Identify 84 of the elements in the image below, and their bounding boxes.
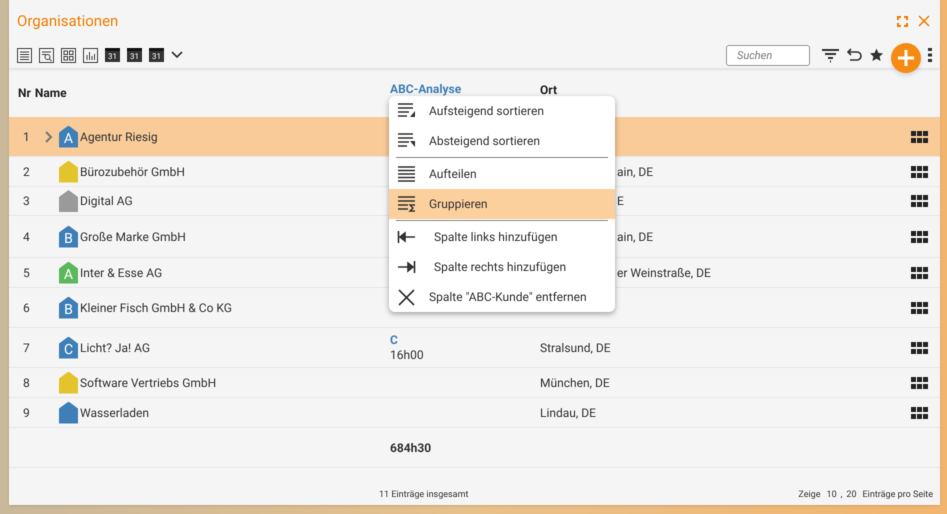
arrow-right-bar-icon xyxy=(397,258,416,276)
organisation-name: Inter & Esse AG xyxy=(80,264,162,282)
sort-descending-icon xyxy=(397,132,416,150)
organisation-name: Wasserladen xyxy=(80,404,149,422)
close-icon xyxy=(397,288,416,306)
grid-menu-icon[interactable] xyxy=(911,376,928,388)
column-header[interactable]: ABC-Analyse xyxy=(390,82,462,96)
window-title: Organisationen xyxy=(17,10,118,32)
close-icon[interactable] xyxy=(918,15,930,27)
grid-menu-icon[interactable] xyxy=(911,195,928,207)
arrow-left-bar-icon xyxy=(397,228,416,246)
more-vertical-icon[interactable] xyxy=(928,48,932,62)
location-text: Lindau, DE xyxy=(540,406,596,420)
grid-menu-icon[interactable] xyxy=(911,302,928,314)
chevron-down-icon[interactable] xyxy=(171,51,183,59)
calendar-icon[interactable]: 31 xyxy=(127,48,142,62)
row-number: 1 xyxy=(23,130,30,144)
menu-item[interactable]: Spalte rechts hinzufügen xyxy=(389,252,615,282)
sum-lines-icon xyxy=(397,195,416,213)
page-size-option[interactable]: , xyxy=(840,488,842,502)
column-header[interactable]: Ort xyxy=(540,83,558,97)
calendar-icon[interactable]: 31 xyxy=(105,48,120,62)
location-text: Stralsund, DE xyxy=(540,340,611,354)
filter-icon[interactable] xyxy=(821,48,840,62)
sort-ascending-icon xyxy=(397,102,416,120)
list-icon[interactable] xyxy=(17,48,32,62)
lines-icon xyxy=(397,165,416,183)
letter-badge: A xyxy=(59,126,78,148)
location-text: ain, DE xyxy=(617,164,654,178)
page-size-option[interactable]: 20 xyxy=(846,488,857,502)
abc-class: C xyxy=(390,332,399,348)
per-page-label: Einträge pro Seite xyxy=(862,488,933,502)
menu-item[interactable]: Gruppieren xyxy=(389,189,615,219)
row-number: 2 xyxy=(23,164,30,178)
row-number: 3 xyxy=(23,194,30,208)
organisation-name: Software Vertriebs GmbH xyxy=(80,374,216,392)
grid-menu-icon[interactable] xyxy=(911,230,928,242)
organisation-name: Digital AG xyxy=(80,193,133,210)
row-number: 8 xyxy=(23,376,30,390)
calendar-icon[interactable]: 31 xyxy=(149,48,164,62)
letter-badge: B xyxy=(59,296,78,318)
plus-icon xyxy=(897,49,915,67)
grid-menu-icon[interactable] xyxy=(911,166,928,178)
row-number: 9 xyxy=(23,406,30,420)
menu-item[interactable]: Spalte "ABC-Kunde" entfernen xyxy=(389,282,615,312)
location-text: E xyxy=(617,194,624,208)
menu-item[interactable]: Aufteilen xyxy=(389,159,615,189)
grid-menu-icon[interactable] xyxy=(911,406,928,418)
grid-menu-icon[interactable] xyxy=(911,130,928,142)
search-field[interactable]: Suchen xyxy=(726,44,810,66)
location-text: ain, DE xyxy=(617,230,654,244)
row-number: 5 xyxy=(23,266,30,280)
column-header[interactable]: Nr xyxy=(18,84,31,102)
organisation-name: Agentur Riesig xyxy=(80,128,158,146)
organisation-name: Licht? Ja! AG xyxy=(80,340,150,356)
maximize-icon[interactable] xyxy=(897,16,908,26)
organisation-name: Große Marke GmbH xyxy=(80,228,186,246)
menu-item[interactable]: Aufsteigend sortieren xyxy=(389,96,615,126)
menu-item[interactable]: Spalte links hinzufügen xyxy=(389,222,615,252)
organisation-name: Bürozubehör GmbH xyxy=(80,164,185,180)
grid-menu-icon[interactable] xyxy=(911,266,928,278)
menu-item[interactable]: Absteigend sortieren xyxy=(389,126,615,156)
bar-chart-icon[interactable] xyxy=(83,48,98,62)
organisation-name: Kleiner Fisch GmbH & Co KG xyxy=(80,300,232,316)
row-number: 6 xyxy=(23,300,30,314)
row-number: 4 xyxy=(23,230,30,244)
letter-badge: B xyxy=(59,226,78,248)
letter-badge: A xyxy=(59,262,78,284)
tiles-icon[interactable] xyxy=(61,48,76,62)
letter-badge: C xyxy=(59,336,78,358)
total-value: 684h30 xyxy=(390,440,432,456)
show-label: Zeige xyxy=(798,488,821,502)
location-text: er Weinstraße, DE xyxy=(617,266,711,280)
hours-value: 16h00 xyxy=(390,348,425,362)
entry-count: 11 Einträge insgesamt xyxy=(379,488,468,502)
undo-icon[interactable] xyxy=(847,48,862,62)
search-list-icon[interactable] xyxy=(39,48,54,62)
location-text: München, DE xyxy=(540,376,610,390)
star-icon[interactable] xyxy=(869,48,884,62)
page-size-option[interactable]: 10 xyxy=(826,488,837,502)
chevron-right-icon[interactable] xyxy=(45,130,53,142)
grid-menu-icon[interactable] xyxy=(911,342,928,354)
row-number: 7 xyxy=(23,340,30,354)
column-header[interactable]: Name xyxy=(34,84,67,102)
